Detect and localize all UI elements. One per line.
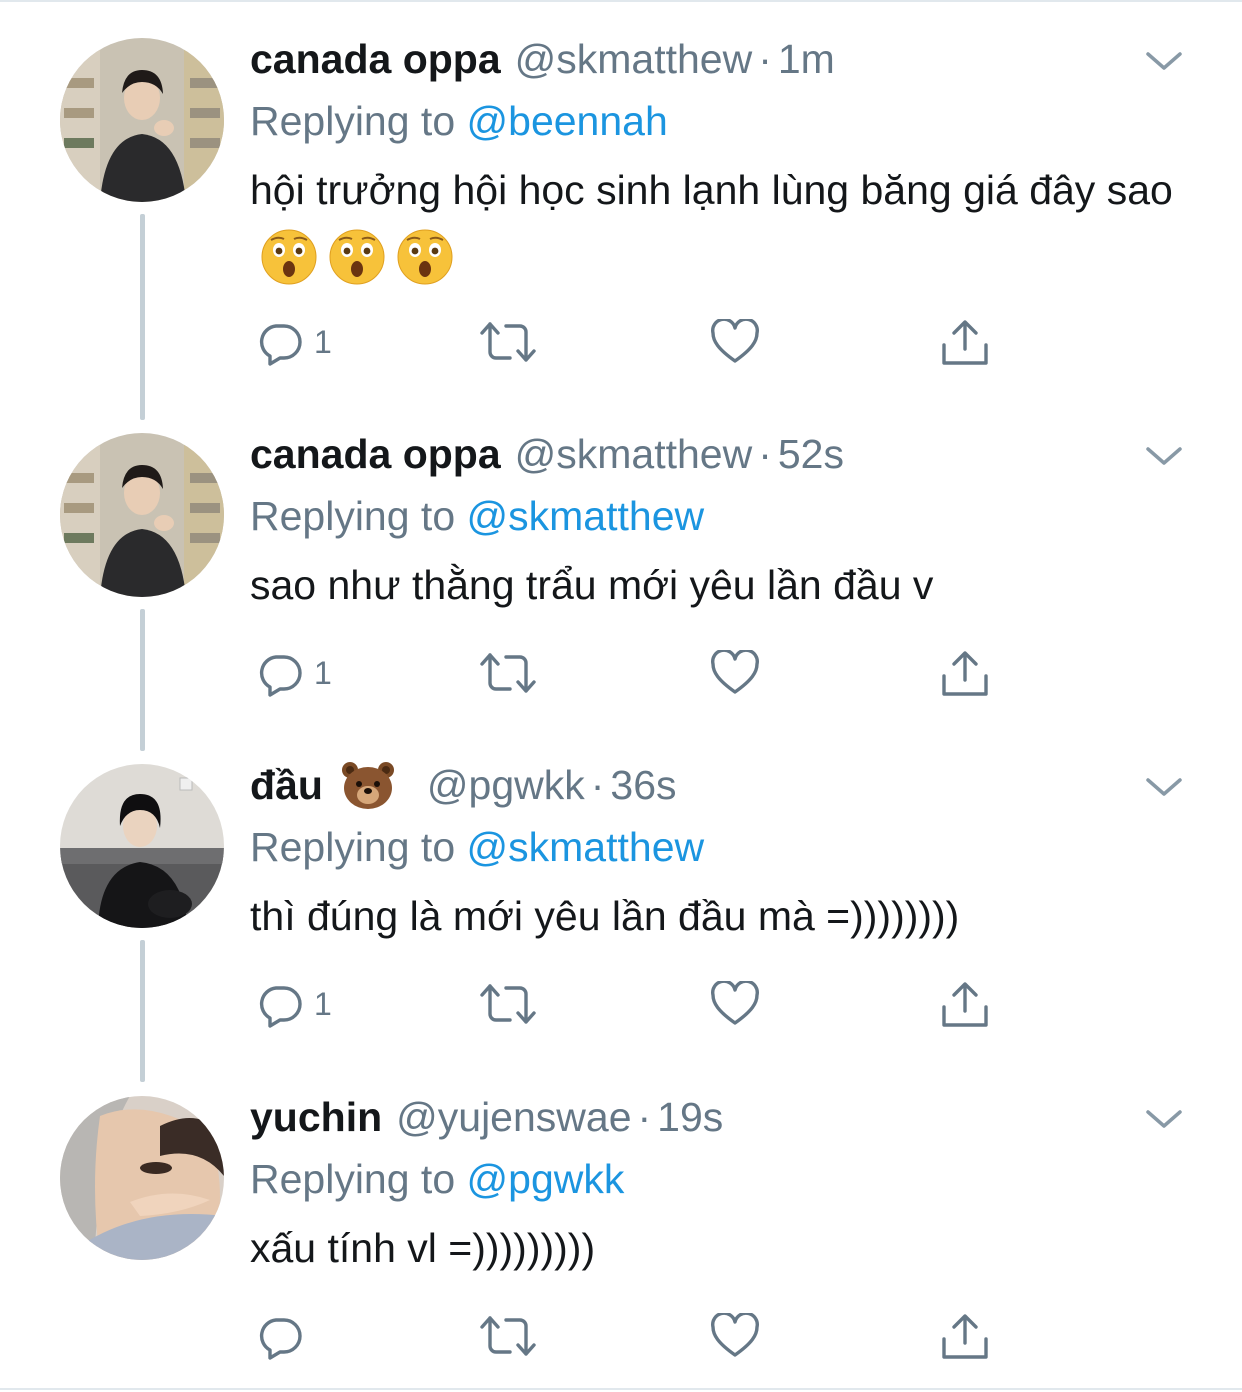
user-handle[interactable]: @pgwkk	[427, 760, 585, 810]
user-handle[interactable]: @skmatthew	[515, 34, 753, 84]
share-icon	[942, 1314, 988, 1359]
replying-to-label: Replying to	[250, 98, 456, 144]
display-name[interactable]: canada oppa	[250, 34, 501, 84]
timestamp[interactable]: 52s	[778, 429, 844, 479]
thread-connector	[140, 940, 145, 1082]
reply-icon	[259, 1318, 302, 1360]
tweet-text: hội trưởng hội học sinh lạnh lùng băng g…	[250, 158, 1190, 286]
avatar[interactable]	[60, 1096, 224, 1260]
like-button[interactable]	[710, 645, 760, 701]
avatar[interactable]	[60, 433, 224, 597]
display-name[interactable]: yuchin	[250, 1092, 382, 1142]
like-button[interactable]	[710, 314, 760, 370]
replying-to-line: Replying to @skmatthew	[250, 491, 1202, 541]
replying-to-label: Replying to	[250, 1156, 456, 1202]
retweet-button[interactable]	[480, 314, 536, 370]
bear-face-icon	[341, 762, 394, 809]
reply-button[interactable]: 1	[256, 645, 332, 701]
reply-count: 1	[314, 655, 332, 691]
reply-count: 1	[314, 986, 332, 1022]
tweet-thread: canada oppa @skmatthew · 1m Replying to …	[0, 0, 1242, 1392]
reply-button[interactable]: 1	[256, 976, 332, 1032]
tweet-text: xấu tính vl =)))))))))	[250, 1216, 1190, 1280]
replying-to-label: Replying to	[250, 824, 456, 870]
top-divider	[0, 0, 1242, 2]
astonished-face-icon	[261, 229, 317, 285]
replying-to-line: Replying to @beennah	[250, 96, 1202, 146]
replying-to-link[interactable]: @skmatthew	[467, 493, 705, 539]
avatar[interactable]	[60, 38, 224, 202]
separator-dot: ·	[758, 36, 772, 82]
like-icon	[711, 650, 759, 694]
share-button[interactable]	[940, 645, 990, 701]
share-button[interactable]	[940, 1308, 990, 1364]
replying-to-link[interactable]: @pgwkk	[467, 1156, 625, 1202]
tweet-text-body: hội trưởng hội học sinh lạnh lùng băng g…	[250, 167, 1173, 213]
chevron-down-icon[interactable]	[1144, 441, 1184, 471]
chevron-down-icon[interactable]	[1144, 46, 1184, 76]
reply-icon	[259, 655, 302, 697]
user-handle[interactable]: @skmatthew	[515, 429, 753, 479]
tweet-text-body: xấu tính vl =)))))))))	[250, 1225, 596, 1271]
thread-connector	[140, 214, 145, 420]
user-handle[interactable]: @yujenswae	[396, 1092, 631, 1142]
display-name[interactable]: đầu	[250, 760, 323, 810]
tweet-text: thì đúng là mới yêu lần đầu mà =))))))))	[250, 884, 1190, 948]
replying-to-link[interactable]: @skmatthew	[467, 824, 705, 870]
separator-dot: ·	[758, 431, 772, 477]
retweet-icon	[480, 984, 536, 1024]
reply-icon	[259, 324, 302, 366]
replying-to-line: Replying to @pgwkk	[250, 1154, 1202, 1204]
share-icon	[942, 982, 988, 1027]
chevron-down-icon[interactable]	[1144, 772, 1184, 802]
share-icon	[942, 651, 988, 696]
chevron-down-icon[interactable]	[1144, 1104, 1184, 1134]
bottom-divider	[0, 1388, 1242, 1390]
like-button[interactable]	[710, 976, 760, 1032]
share-icon	[942, 320, 988, 365]
tweet-text-body: sao như thằng trẩu mới yêu lần đầu v	[250, 562, 934, 608]
replying-to-link[interactable]: @beennah	[467, 98, 668, 144]
avatar[interactable]	[60, 764, 224, 928]
retweet-icon	[480, 653, 536, 693]
share-button[interactable]	[940, 314, 990, 370]
reply-button[interactable]: 1	[256, 314, 332, 370]
retweet-icon	[480, 1316, 536, 1356]
retweet-button[interactable]	[480, 645, 536, 701]
reply-count: 1	[314, 324, 332, 360]
timestamp[interactable]: 36s	[610, 760, 676, 810]
astonished-face-icon	[397, 229, 453, 285]
retweet-icon	[480, 322, 536, 362]
display-name[interactable]: canada oppa	[250, 429, 501, 479]
reply-icon	[259, 986, 302, 1028]
like-icon	[711, 1313, 759, 1357]
replying-to-line: Replying to @skmatthew	[250, 822, 1202, 872]
thread-connector	[140, 609, 145, 751]
emoji-group	[260, 228, 454, 286]
timestamp[interactable]: 19s	[657, 1092, 723, 1142]
reply-button[interactable]	[256, 1308, 304, 1364]
astonished-face-icon	[329, 229, 385, 285]
retweet-button[interactable]	[480, 1308, 536, 1364]
tweet-text-body: thì đúng là mới yêu lần đầu mà =))))))))	[250, 893, 960, 939]
like-icon	[711, 319, 759, 363]
like-icon	[711, 981, 759, 1025]
tweet-text: sao như thằng trẩu mới yêu lần đầu v	[250, 553, 1190, 617]
separator-dot: ·	[590, 762, 605, 808]
share-button[interactable]	[940, 976, 990, 1032]
like-button[interactable]	[710, 1308, 760, 1364]
replying-to-label: Replying to	[250, 493, 456, 539]
separator-dot: ·	[637, 1094, 652, 1140]
retweet-button[interactable]	[480, 976, 536, 1032]
timestamp[interactable]: 1m	[778, 34, 835, 84]
